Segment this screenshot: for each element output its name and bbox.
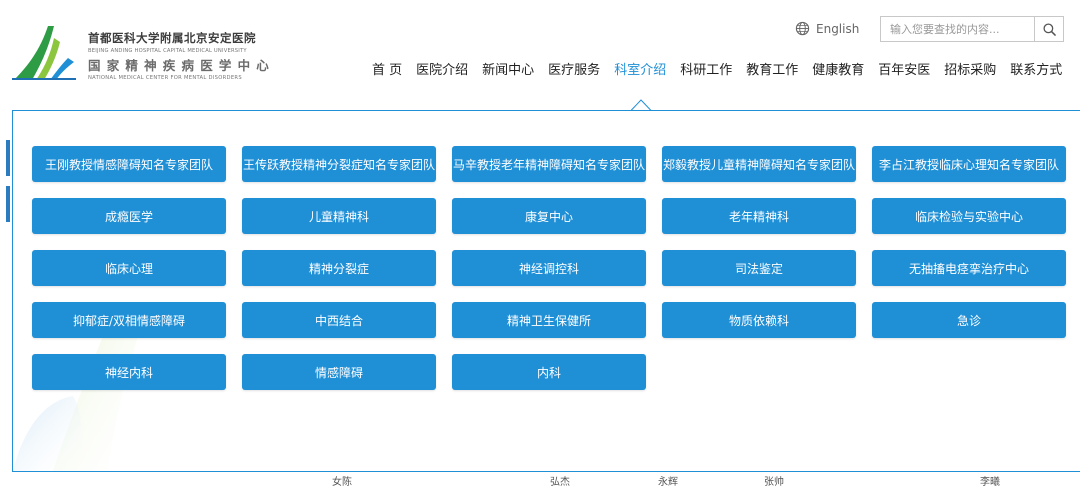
nav-item[interactable]: 医疗服务 <box>541 62 607 80</box>
department-button[interactable]: 儿童精神科 <box>242 198 436 234</box>
department-button[interactable]: 急诊 <box>872 302 1066 338</box>
main-nav: 首 页医院介绍 新闻中心 医疗服务 科室介绍 科研工作 教育工作 健康教育 百年安医 招标采购联… <box>365 62 1069 80</box>
department-button[interactable]: 精神分裂症 <box>242 250 436 286</box>
department-button[interactable]: 李占江教授临床心理知名专家团队 <box>872 146 1066 182</box>
background-tab-marker <box>6 140 10 176</box>
logo-center-english: NATIONAL MEDICAL CENTER FOR MENTAL DISOR… <box>88 75 242 81</box>
department-button[interactable]: 老年精神科 <box>662 198 856 234</box>
nav-item[interactable]: 科室介绍 <box>607 62 673 80</box>
search-icon <box>1042 22 1056 36</box>
department-button[interactable]: 临床心理 <box>32 250 226 286</box>
department-button[interactable]: 精神卫生保健所 <box>452 302 646 338</box>
department-button[interactable]: 王传跃教授精神分裂症知名专家团队 <box>242 146 436 182</box>
nav-item[interactable]: 医院介绍 <box>409 62 475 80</box>
logo-english-name: BEIJING ANDING HOSPITAL CAPITAL MEDICAL … <box>88 48 247 54</box>
background-table-row: 女陈 弘杰 永辉 张帅 李曦 <box>14 470 1080 488</box>
nav-item[interactable]: 联系方式 <box>1003 62 1069 80</box>
logo-chinese-name: 首都医科大学附属北京安定医院 <box>88 31 256 45</box>
department-button[interactable]: 物质依赖科 <box>662 302 856 338</box>
logo-center-name: 国家精神疾病医学中心 <box>88 58 276 73</box>
department-button[interactable]: 康复中心 <box>452 198 646 234</box>
department-grid: 王刚教授情感障碍知名专家团队 王传跃教授精神分裂症知名专家团队 马辛教授老年精神障碍… <box>32 146 1066 390</box>
search-button[interactable] <box>1034 17 1063 41</box>
site-header: 首都医科大学附属北京安定医院 BEIJING ANDING HOSPITAL C… <box>0 0 1080 100</box>
department-button[interactable]: 情感障碍 <box>242 354 436 390</box>
department-button[interactable]: 司法鉴定 <box>662 250 856 286</box>
department-button[interactable]: 抑郁症/双相情感障碍 <box>32 302 226 338</box>
search-input[interactable] <box>881 17 1034 41</box>
department-button[interactable]: 马辛教授老年精神障碍知名专家团队 <box>452 146 646 182</box>
nav-item[interactable]: 新闻中心 <box>475 62 541 80</box>
department-button[interactable]: 无抽搐电痉挛治疗中心 <box>872 250 1066 286</box>
nav-item[interactable]: 教育工作 <box>739 62 805 80</box>
language-label: English <box>816 21 860 36</box>
department-button[interactable]: 临床检验与实验中心 <box>872 198 1066 234</box>
language-switch[interactable]: English <box>795 21 859 36</box>
logo-mark-icon <box>12 26 76 80</box>
nav-item[interactable]: 首 页 <box>365 62 409 80</box>
nav-item[interactable]: 科研工作 <box>673 62 739 80</box>
globe-icon <box>795 21 810 36</box>
logo-text: 首都医科大学附属北京安定医院 BEIJING ANDING HOSPITAL C… <box>88 30 275 81</box>
nav-item[interactable]: 百年安医 <box>871 62 937 80</box>
nav-item[interactable]: 招标采购 <box>937 62 1003 80</box>
department-button[interactable]: 内科 <box>452 354 646 390</box>
department-button[interactable]: 神经内科 <box>32 354 226 390</box>
search-box <box>880 16 1064 42</box>
department-button[interactable]: 郑毅教授儿童精神障碍知名专家团队 <box>662 146 856 182</box>
department-button[interactable]: 成瘾医学 <box>32 198 226 234</box>
department-button[interactable]: 王刚教授情感障碍知名专家团队 <box>32 146 226 182</box>
nav-item[interactable]: 健康教育 <box>805 62 871 80</box>
hospital-logo[interactable]: 首都医科大学附属北京安定医院 BEIJING ANDING HOSPITAL C… <box>10 22 310 82</box>
department-button[interactable]: 中西结合 <box>242 302 436 338</box>
department-dropdown: 王刚教授情感障碍知名专家团队 王传跃教授精神分裂症知名专家团队 马辛教授老年精神障碍… <box>12 110 1080 472</box>
background-tab-marker <box>6 186 10 222</box>
department-button[interactable]: 神经调控科 <box>452 250 646 286</box>
